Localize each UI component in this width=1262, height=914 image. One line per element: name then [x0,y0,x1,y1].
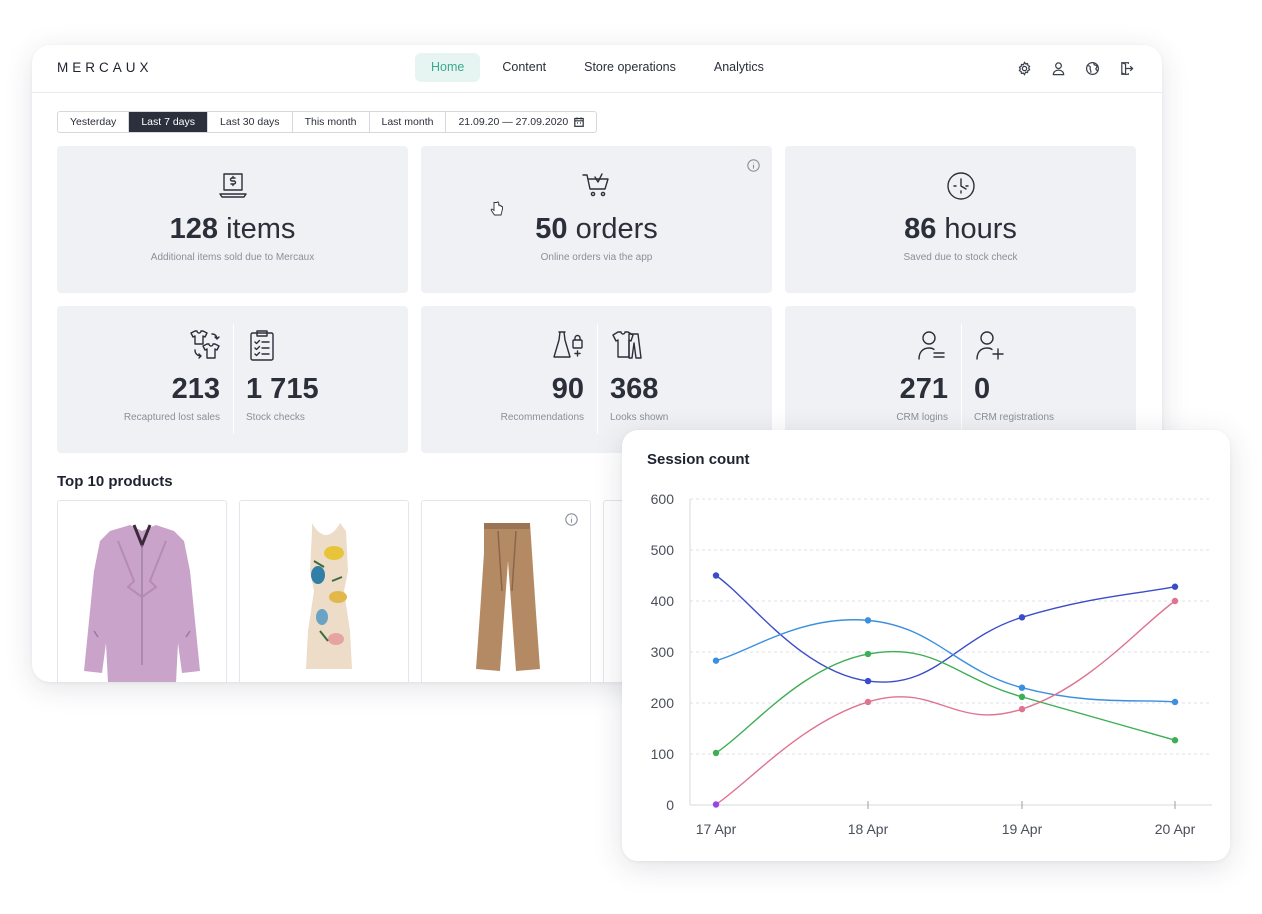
filter-yesterday[interactable]: Yesterday [58,112,130,132]
gear-icon[interactable] [1014,58,1034,78]
card-divider [961,324,962,434]
data-point [1171,583,1179,590]
logo: MERCAUX [57,60,153,75]
items-sold-value: 128 items [169,213,296,245]
y-tick-label: 0 [666,797,674,813]
stat-card-hours: 86 hours Saved due to stock check [785,146,1136,293]
trousers-image [476,523,540,671]
y-tick-label: 400 [651,593,675,609]
clock-icon [944,168,978,202]
hours-label: Saved due to stock check [903,252,1018,263]
stat-card-recaptured-stock: 213 Recaptured lost sales 1 715 Stock ch… [57,306,408,453]
recommendations-label: Recommendations [500,412,584,423]
series-line [715,650,1176,754]
nav-analytics[interactable]: Analytics [698,53,780,82]
crm-registrations-label: CRM registrations [974,412,1055,423]
filter-last-30-days[interactable]: Last 30 days [208,112,293,132]
data-point [712,657,720,664]
top-products-title: Top 10 products [57,473,173,490]
product-card[interactable] [421,500,591,682]
data-point [864,650,872,658]
filter-last-month[interactable]: Last month [370,112,447,132]
top-icons [1000,58,1136,78]
data-point [1171,597,1179,605]
hours-value: 86 hours [904,213,1017,245]
x-tick-label: 19 Apr [1002,821,1043,837]
clipboard-icon [245,328,279,362]
info-icon[interactable] [747,159,760,172]
stock-checks-value: 1 715 [246,373,319,405]
nav-content[interactable]: Content [486,53,562,82]
data-point [1018,705,1026,713]
card-divider [233,324,234,434]
crm-logins-value: 271 [899,373,948,405]
data-point [1018,693,1026,701]
date-range-text: 21.09.20 — 27.09.2020 [458,116,569,128]
filter-last-7-days[interactable]: Last 7 days [129,112,209,132]
looks-label: Looks shown [610,412,669,423]
stat-card-orders: 50 orders Online orders via the app [421,146,772,293]
crm-registrations-value: 0 [974,373,991,405]
laptop-sale-icon [216,168,250,202]
data-point [864,698,872,706]
card-divider [597,324,598,434]
series-line [715,619,1176,703]
items-sold-label: Additional items sold due to Mercaux [150,252,315,263]
hand-cursor-icon [490,201,503,216]
data-point [1018,684,1026,691]
outfit-icon [609,328,643,362]
filter-this-month[interactable]: This month [293,112,370,132]
looks-value: 368 [610,373,659,405]
recommendations-value: 90 [551,373,584,405]
date-range-picker[interactable]: 21.09.20 — 27.09.2020 [446,112,596,132]
product-card[interactable] [57,500,227,682]
cart-icon [580,168,614,202]
data-point [1018,614,1026,621]
date-filter-bar: Yesterday Last 7 days Last 30 days This … [57,111,598,133]
top-bar: MERCAUX Home Content Store operations An… [32,45,1162,93]
nav-store-operations[interactable]: Store operations [568,53,692,82]
data-point [864,617,872,624]
user-add-icon [973,328,1007,362]
x-tick-label: 18 Apr [848,821,889,837]
data-point [1171,737,1179,744]
orders-value: 50 orders [535,213,658,245]
orders-label: Online orders via the app [540,252,653,263]
info-icon[interactable] [565,513,578,526]
data-point [1171,698,1179,706]
series-line [715,574,1176,683]
nav-home[interactable]: Home [415,53,481,82]
logout-icon[interactable] [1116,58,1136,78]
main-nav: Home Content Store operations Analytics [415,53,786,82]
x-tick-label: 20 Apr [1155,821,1196,837]
jacket-image [84,524,200,682]
x-tick-label: 17 Apr [696,821,737,837]
calendar-icon [574,117,585,127]
session-count-chart-card: Session count 0 100 200 300 400 500 600 17 Apr 1… [622,430,1230,861]
user-icon[interactable] [1048,58,1068,78]
globe-icon[interactable] [1082,58,1102,78]
data-point [712,749,720,757]
dress-bag-icon [551,328,585,362]
dress-image [306,523,352,669]
recaptured-label: Recaptured lost sales [123,412,220,423]
y-tick-label: 200 [651,695,675,711]
y-tick-label: 600 [651,491,675,507]
data-point [712,572,720,579]
session-chart: 0 100 200 300 400 500 600 17 Apr 18 Apr 19 Apr 20 … [651,491,1212,837]
stat-card-items-sold: 128 items Additional items sold due to M… [57,146,408,293]
stock-checks-label: Stock checks [246,412,305,423]
y-tick-label: 500 [651,542,675,558]
product-card[interactable] [239,500,409,682]
y-tick-label: 300 [651,644,675,660]
crm-logins-label: CRM logins [896,412,948,423]
data-point [712,801,720,808]
shirts-exchange-icon [187,328,221,362]
data-point [864,677,872,685]
recaptured-value: 213 [171,373,220,405]
y-tick-label: 100 [651,746,675,762]
user-login-icon [915,328,949,362]
